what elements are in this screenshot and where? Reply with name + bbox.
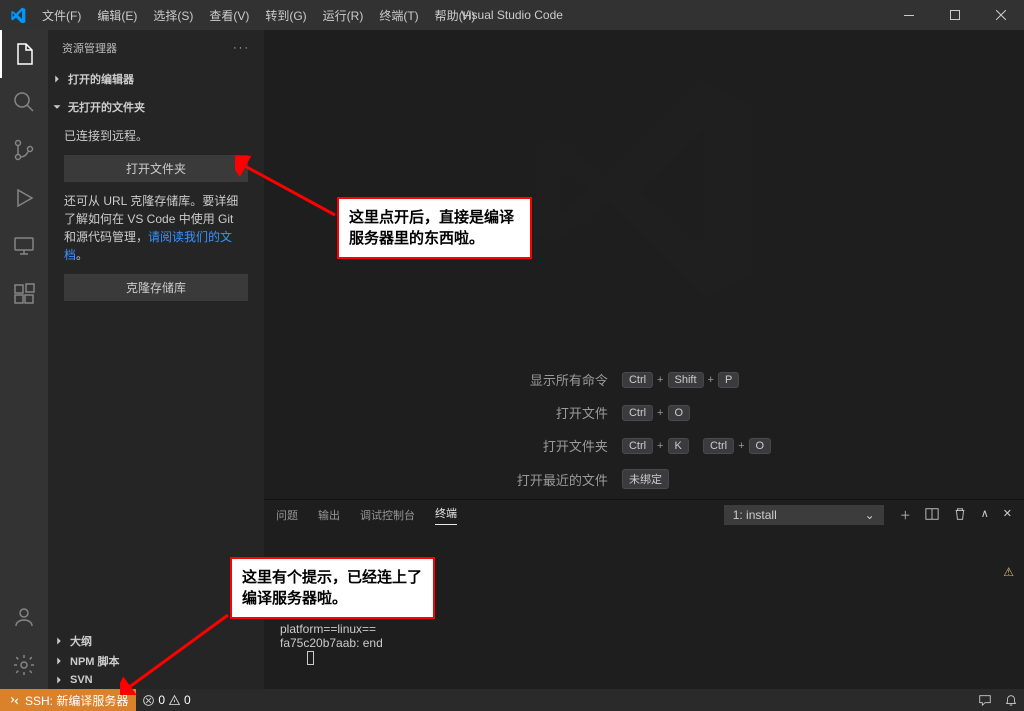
split-terminal-icon[interactable] (925, 507, 939, 523)
terminal-line: fa75c20b7aab: end (280, 636, 1008, 650)
window-title: Visual Studio Code (461, 8, 563, 22)
menu-terminal[interactable]: 终端(T) (372, 3, 425, 28)
connected-text: 已连接到远程。 (64, 127, 248, 145)
panel-tabs: 问题 输出 调试控制台 终端 1: install⌄ ＋ ∧ ✕ (264, 500, 1024, 530)
tab-terminal[interactable]: 终端 (435, 505, 457, 525)
accounts-icon[interactable] (0, 593, 48, 641)
open-editors-label: 打开的编辑器 (68, 71, 134, 87)
vscode-watermark-icon (524, 70, 764, 310)
menu-edit[interactable]: 编辑(E) (90, 3, 144, 28)
minimize-button[interactable] (886, 0, 932, 30)
problems-status[interactable]: 0 0 (136, 693, 196, 707)
cmd-show-all: 显示所有命令 (517, 370, 608, 389)
menu-bar: 文件(F) 编辑(E) 选择(S) 查看(V) 转到(G) 运行(R) 终端(T… (35, 3, 482, 28)
clone-repo-button[interactable]: 克隆存储库 (64, 274, 248, 301)
warning-icon: ⚠ (1003, 565, 1014, 579)
cmd-open-folder: 打开文件夹 (517, 436, 608, 455)
vscode-logo-icon (0, 7, 35, 23)
explorer-icon[interactable] (0, 30, 48, 78)
sidebar-header: 资源管理器 ··· (48, 30, 264, 65)
feedback-icon[interactable] (972, 693, 998, 707)
cmd-open-recent-keys: 未绑定 (622, 469, 771, 489)
menu-selection[interactable]: 选择(S) (146, 3, 200, 28)
tab-problems[interactable]: 问题 (276, 507, 298, 523)
search-icon[interactable] (0, 78, 48, 126)
svn-label: SVN (70, 674, 93, 686)
maximize-panel-icon[interactable]: ∧ (981, 507, 989, 523)
no-folder-section[interactable]: 无打开的文件夹 (48, 97, 264, 117)
more-actions-icon[interactable]: ··· (233, 42, 250, 54)
tab-debug-console[interactable]: 调试控制台 (360, 507, 415, 523)
cmd-open-file-keys: Ctrl+O (622, 405, 771, 421)
kill-terminal-icon[interactable] (953, 507, 967, 523)
tab-output[interactable]: 输出 (318, 507, 340, 523)
close-button[interactable] (978, 0, 1024, 30)
close-panel-icon[interactable]: ✕ (1003, 507, 1012, 523)
source-control-icon[interactable] (0, 126, 48, 174)
annotation-2: 这里有个提示，已经连上了编译服务器啦。 (230, 557, 435, 619)
menu-view[interactable]: 查看(V) (202, 3, 256, 28)
chevron-down-icon: ⌄ (865, 508, 875, 522)
cmd-open-file: 打开文件 (517, 403, 608, 422)
clone-description: 还可从 URL 克隆存储库。要详细了解如何在 VS Code 中使用 Git 和… (64, 192, 248, 264)
titlebar: 文件(F) 编辑(E) 选择(S) 查看(V) 转到(G) 运行(R) 终端(T… (0, 0, 1024, 30)
bell-icon[interactable] (998, 693, 1024, 707)
terminal-line: platform==linux== (280, 622, 1008, 636)
arrow-2 (120, 610, 235, 695)
annotation-1: 这里点开后，直接是编译服务器里的东西啦。 (337, 197, 532, 259)
open-folder-button[interactable]: 打开文件夹 (64, 155, 248, 182)
npm-scripts-label: NPM 脚本 (70, 653, 120, 669)
cmd-open-folder-keys: Ctrl+K Ctrl+O (622, 438, 771, 454)
window-controls (886, 0, 1024, 30)
sidebar-title: 资源管理器 (62, 40, 117, 56)
extensions-icon[interactable] (0, 270, 48, 318)
remote-indicator[interactable]: SSH: 新编译服务器 (0, 689, 136, 711)
menu-file[interactable]: 文件(F) (35, 3, 88, 28)
terminal-selector[interactable]: 1: install⌄ (724, 505, 884, 525)
maximize-button[interactable] (932, 0, 978, 30)
welcome-commands: 显示所有命令 Ctrl+Shift+P 打开文件 Ctrl+O 打开文件夹 Ct… (517, 370, 771, 489)
new-terminal-icon[interactable]: ＋ (900, 507, 911, 523)
arrow-1 (235, 155, 340, 225)
menu-run[interactable]: 运行(R) (316, 3, 371, 28)
outline-label: 大纲 (70, 633, 92, 649)
cmd-show-all-keys: Ctrl+Shift+P (622, 372, 771, 388)
terminal-cursor-line (280, 650, 1008, 665)
no-folder-label: 无打开的文件夹 (68, 99, 145, 115)
open-editors-section[interactable]: 打开的编辑器 (48, 69, 264, 89)
cmd-open-recent: 打开最近的文件 (517, 470, 608, 489)
run-debug-icon[interactable] (0, 174, 48, 222)
menu-go[interactable]: 转到(G) (258, 3, 313, 28)
remote-explorer-icon[interactable] (0, 222, 48, 270)
activity-bar (0, 30, 48, 689)
settings-gear-icon[interactable] (0, 641, 48, 689)
